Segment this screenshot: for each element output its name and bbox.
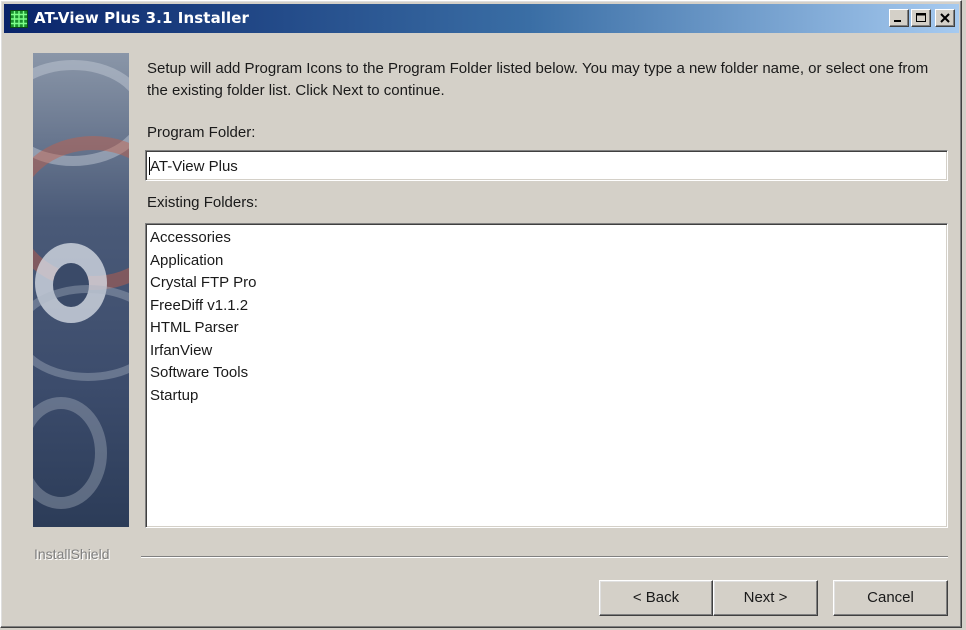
list-item[interactable]: Crystal FTP Pro [149,272,947,295]
app-grid-icon [10,10,28,28]
list-item[interactable]: Software Tools [149,362,947,385]
minimize-button[interactable] [889,9,909,27]
cancel-button[interactable]: Cancel [833,580,948,616]
existing-folders-list[interactable]: Accessories Application Crystal FTP Pro … [145,223,948,528]
existing-folders-label: Existing Folders: [147,194,258,211]
title-bar[interactable]: AT-View Plus 3.1 Installer [4,4,959,33]
minimize-icon [894,20,901,22]
program-folder-field[interactable] [145,150,948,181]
list-item[interactable]: FreeDiff v1.1.2 [149,295,947,318]
instructions-text: Setup will add Program Icons to the Prog… [147,60,929,99]
footer-separator [141,556,948,558]
side-banner-image [33,53,129,527]
program-folder-label: Program Folder: [147,124,256,141]
close-icon [940,13,950,23]
list-item[interactable]: IrfanView [149,340,947,363]
maximize-icon [916,13,926,22]
next-button[interactable]: Next > [713,580,818,616]
list-item[interactable]: Startup [149,385,947,408]
list-item[interactable]: Accessories [149,227,947,250]
back-button[interactable]: < Back [599,580,713,616]
maximize-button[interactable] [911,9,931,27]
close-button[interactable] [935,9,955,27]
installshield-brand: InstallShield [34,546,110,562]
list-item[interactable]: HTML Parser [149,317,947,340]
window-title: AT-View Plus 3.1 Installer [34,9,250,27]
installer-window: AT-View Plus 3.1 Installer Setup will ad… [0,0,962,628]
list-item[interactable]: Application [149,250,947,273]
program-folder-input[interactable] [150,155,940,177]
text-caret [149,157,150,175]
